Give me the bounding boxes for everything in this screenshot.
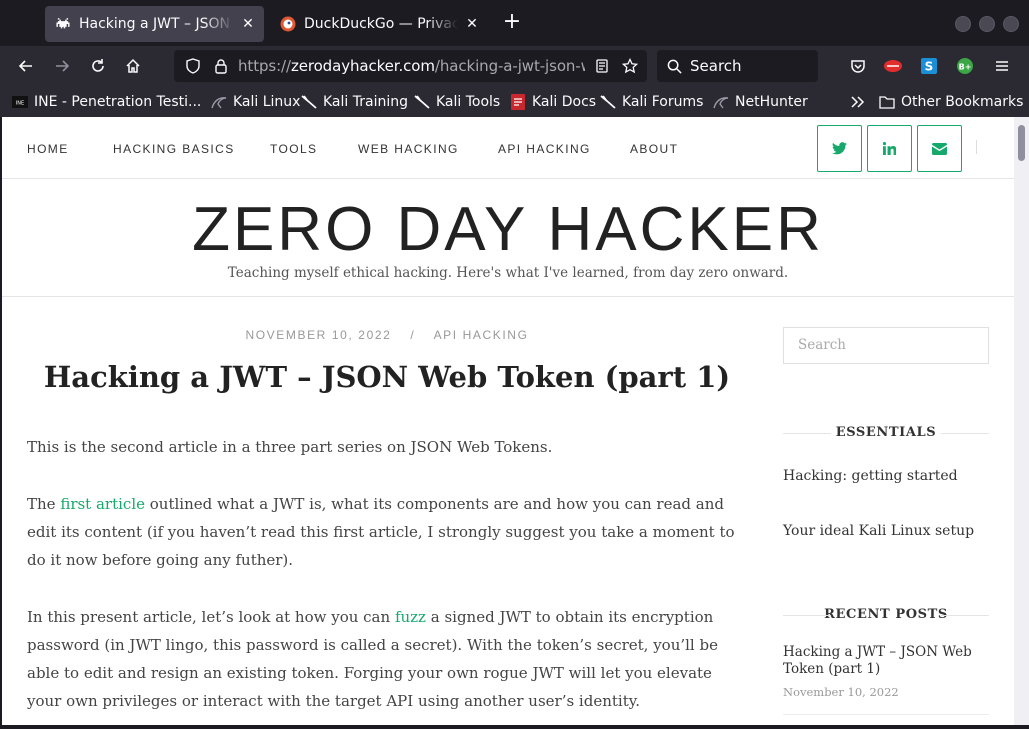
site-title[interactable]: ZERO DAY HACKER <box>2 195 1014 265</box>
kali-dragon-icon <box>211 94 227 110</box>
email-button[interactable] <box>917 125 962 172</box>
kali-dragon-icon <box>600 94 616 110</box>
recent-post-date: November 10, 2022 <box>783 685 899 699</box>
post-date[interactable]: NOVEMBER 10, 2022 <box>245 328 391 342</box>
bookmark-kali-tools[interactable]: Kali Tools <box>414 92 500 112</box>
minimize-button[interactable] <box>955 16 971 32</box>
folder-icon <box>879 94 895 110</box>
twitter-button[interactable] <box>817 125 862 172</box>
extension-s-icon[interactable]: S <box>917 54 941 78</box>
linkedin-icon <box>883 142 896 155</box>
site-tagline: Teaching myself ethical hacking. Here's … <box>227 265 789 281</box>
post-title: Hacking a JWT – JSON Web Token (part 1) <box>43 360 731 394</box>
kali-dragon-icon <box>301 94 317 110</box>
bookmark-kali-docs[interactable]: Kali Docs <box>510 92 596 112</box>
essentials-link-kali-setup[interactable]: Your ideal Kali Linux setup <box>783 521 998 541</box>
post-meta: NOVEMBER 10, 2022 / API HACKING <box>2 328 772 342</box>
extension-bplus-icon[interactable]: B+ <box>953 54 977 78</box>
essentials-link-getting-started[interactable]: Hacking: getting started <box>783 466 998 486</box>
lock-icon[interactable] <box>210 55 232 77</box>
search-placeholder: Search <box>690 57 742 75</box>
reload-icon[interactable] <box>86 54 110 78</box>
bookmark-kali-forums[interactable]: Kali Forums <box>600 92 703 112</box>
recent-post-link[interactable]: Hacking a JWT – JSON Web Token (part 1) <box>783 644 973 678</box>
nav-divider <box>976 140 977 154</box>
bookmarks-overflow-icon[interactable] <box>850 92 866 112</box>
paragraph-3: In this present article, let’s look at h… <box>27 608 718 710</box>
bookmark-kali-linux[interactable]: Kali Linux <box>211 92 300 112</box>
svg-text:B+: B+ <box>959 63 972 72</box>
space-invader-icon <box>55 16 71 32</box>
shield-icon[interactable] <box>182 55 204 77</box>
post-category[interactable]: API HACKING <box>434 328 529 342</box>
paragraph-1: This is the second article in a three pa… <box>27 438 553 456</box>
search-icon <box>667 59 682 74</box>
forward-arrow-icon[interactable] <box>50 54 74 78</box>
svg-text:S: S <box>925 60 934 74</box>
sidebar-search-input[interactable]: Search <box>783 327 989 364</box>
ine-icon: INE <box>12 94 28 110</box>
scrollbar-thumb[interactable] <box>1018 125 1025 161</box>
bookmarks-toolbar: INE INE - Penetration Testi... Kali Linu… <box>0 86 1029 117</box>
tab-title: Hacking a JWT – JSON Web Token (part 1) <box>79 16 234 32</box>
back-arrow-icon[interactable] <box>14 54 38 78</box>
extension-red-icon[interactable] <box>881 54 905 78</box>
linkedin-button[interactable] <box>867 125 912 172</box>
bookmark-nethunter[interactable]: NetHunter <box>713 92 808 112</box>
kali-docs-icon <box>510 94 526 110</box>
twitter-icon <box>832 142 847 155</box>
bookmark-ine[interactable]: INE INE - Penetration Testi... <box>12 92 201 112</box>
svg-text:INE: INE <box>16 101 24 107</box>
nav-about[interactable]: ABOUT <box>630 142 678 156</box>
nav-home[interactable]: HOME <box>27 142 69 156</box>
essentials-heading: ESSENTIALS <box>783 425 989 440</box>
tab-title: DuckDuckGo — Privacy, simplified. <box>304 16 458 32</box>
new-tab-button[interactable]: + <box>500 11 524 35</box>
close-tab-icon[interactable]: ✕ <box>240 16 256 32</box>
kali-dragon-icon <box>713 94 729 110</box>
header-divider <box>2 296 1014 297</box>
recent-divider <box>783 714 989 715</box>
tab-duckduckgo[interactable]: DuckDuckGo — Privacy, simplified. ✕ <box>270 6 488 42</box>
other-bookmarks-folder[interactable]: Other Bookmarks <box>879 92 1023 112</box>
fuzz-link[interactable]: fuzz <box>395 608 426 626</box>
first-article-link[interactable]: first article <box>60 495 145 513</box>
duckduckgo-icon <box>280 16 296 32</box>
kali-dragon-icon <box>414 94 430 110</box>
browser-search-bar[interactable]: Search <box>657 50 818 82</box>
close-tab-icon[interactable]: ✕ <box>464 16 480 32</box>
tab-active[interactable]: Hacking a JWT – JSON Web Token (part 1) … <box>45 6 264 42</box>
meta-separator: / <box>410 328 416 342</box>
web-page: HOME HACKING BASICS TOOLS WEB HACKING AP… <box>2 117 1014 725</box>
paragraph-2: The first article outlined what a JWT is… <box>27 495 735 569</box>
recent-posts-heading: RECENT POSTS <box>783 607 989 622</box>
nav-web-hacking[interactable]: WEB HACKING <box>358 142 459 156</box>
menu-hamburger-icon[interactable] <box>990 54 1014 78</box>
url-text: https://zerodayhacker.com/hacking-a-jwt-… <box>238 57 585 75</box>
nav-hacking-basics[interactable]: HACKING BASICS <box>113 142 235 156</box>
bookmark-star-icon[interactable] <box>619 55 641 77</box>
address-bar[interactable]: https://zerodayhacker.com/hacking-a-jwt-… <box>174 50 647 82</box>
browser-titlebar: Hacking a JWT – JSON Web Token (part 1) … <box>0 0 1029 46</box>
home-icon[interactable] <box>121 54 145 78</box>
close-window-button[interactable] <box>1003 16 1019 32</box>
page-scrollbar[interactable] <box>1014 117 1029 725</box>
envelope-icon <box>932 142 947 155</box>
site-navigation: HOME HACKING BASICS TOOLS WEB HACKING AP… <box>2 117 1014 179</box>
reader-view-icon[interactable] <box>591 55 613 77</box>
nav-tools[interactable]: TOOLS <box>270 142 317 156</box>
bookmark-kali-training[interactable]: Kali Training <box>301 92 408 112</box>
post-content: This is the second article in a three pa… <box>27 433 739 725</box>
nav-api-hacking[interactable]: API HACKING <box>498 142 591 156</box>
pocket-icon[interactable] <box>846 54 870 78</box>
maximize-button[interactable] <box>979 16 995 32</box>
window-bottom-edge <box>0 725 1029 729</box>
